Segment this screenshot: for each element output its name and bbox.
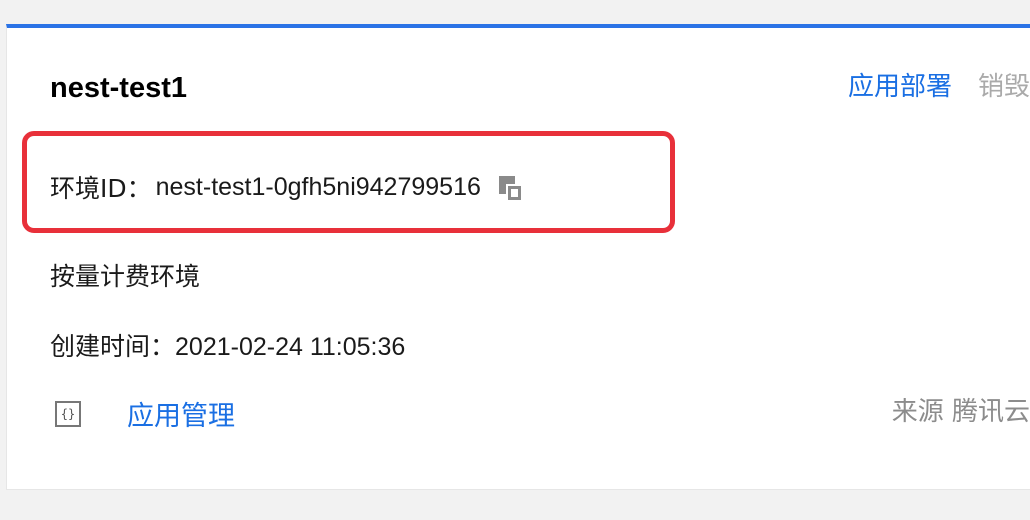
destroy-button[interactable]: 销毁 (978, 72, 1030, 102)
environment-name: nest-test1 (50, 72, 187, 104)
footer-left: {} 应用管理 (55, 394, 235, 433)
environment-id-label: 环境ID： (50, 174, 152, 203)
created-time-label: 创建时间： (50, 332, 176, 361)
created-time-row: 创建时间：2021-02-24 11:05:36 (50, 327, 405, 363)
environment-id-value: nest-test1-0gfh5ni942799516 (155, 172, 481, 201)
app-code-icon: {} (55, 400, 81, 427)
copy-icon[interactable] (497, 174, 525, 204)
source-label: 来源 腾讯云 (891, 397, 1030, 427)
billing-type: 按量计费环境 (50, 262, 201, 291)
created-time-value: 2021-02-24 11:05:36 (175, 333, 406, 361)
app-management-link[interactable]: 应用管理 (127, 394, 235, 433)
card-actions: 应用部署 销毁 (848, 66, 1030, 103)
deploy-app-button[interactable]: 应用部署 (848, 72, 952, 102)
environment-id-row: 环境ID： nest-test1-0gfh5ni942799516 (50, 169, 525, 205)
